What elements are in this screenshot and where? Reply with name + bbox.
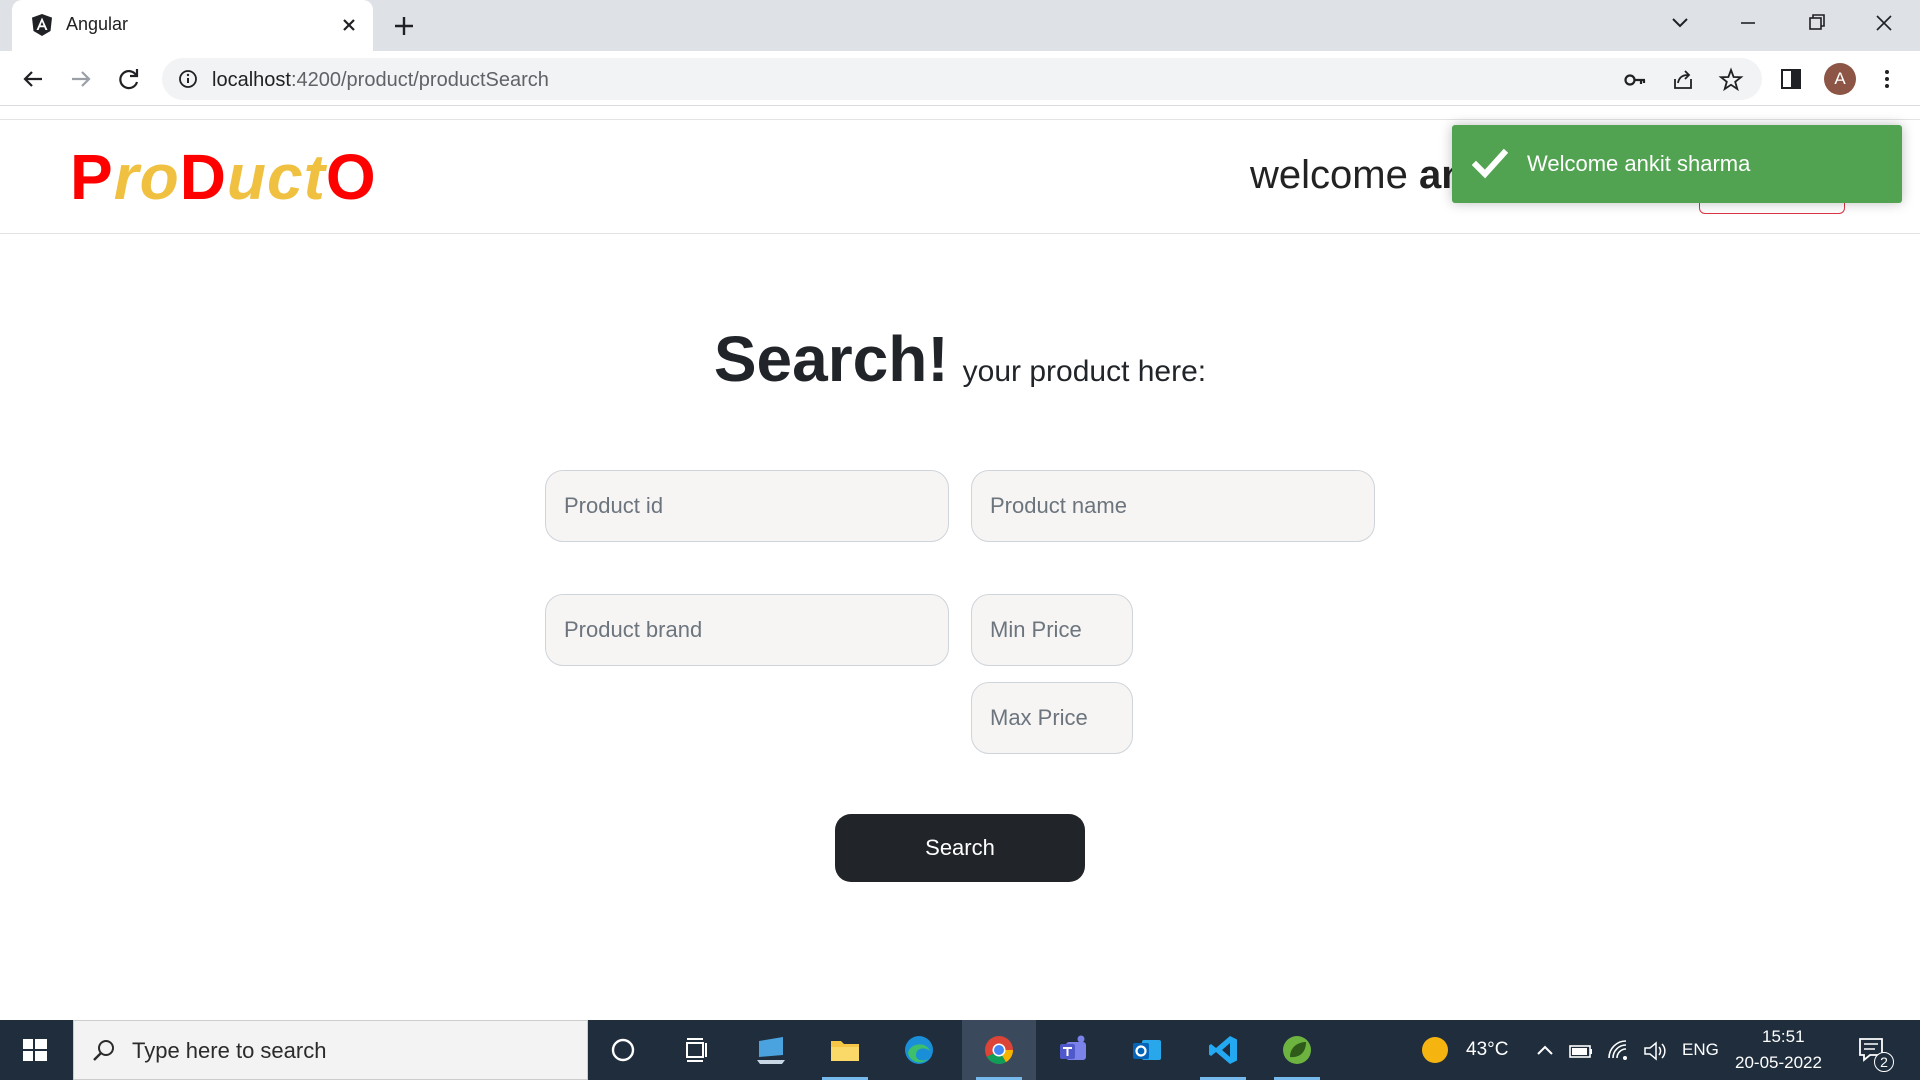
product-brand-input[interactable] [545, 594, 949, 666]
close-window-icon[interactable] [1866, 8, 1902, 38]
new-tab-icon[interactable] [390, 12, 418, 40]
taskbar-search-box[interactable]: Type here to search [73, 1020, 588, 1080]
taskbar-app-vscode[interactable] [1186, 1020, 1260, 1080]
max-price-input[interactable] [971, 682, 1133, 754]
url-text[interactable]: localhost:4200/product/productSearch [212, 69, 549, 92]
back-icon[interactable] [18, 64, 48, 94]
weather-sun-icon[interactable] [1420, 1035, 1450, 1065]
url-host: localhost [212, 69, 291, 91]
site-info-icon[interactable] [178, 69, 198, 89]
welcome-prefix: welcome [1250, 153, 1408, 197]
angular-icon [32, 14, 52, 36]
folder-icon [831, 1041, 859, 1061]
browser-tab-active[interactable]: Angular [12, 0, 373, 51]
share-icon[interactable] [1670, 67, 1696, 93]
clock-date[interactable]: 20-05-2022 [1735, 1053, 1822, 1073]
search-button[interactable]: Search [835, 814, 1085, 882]
cortana-button[interactable] [586, 1020, 660, 1080]
brand-letter: D [179, 141, 227, 213]
welcome-text: welcome an [1250, 153, 1466, 198]
side-panel-icon[interactable] [1776, 64, 1806, 94]
chevron-up-icon[interactable] [1532, 1038, 1558, 1064]
brand-letter: uct [226, 141, 326, 213]
more-menu-icon[interactable] [1872, 64, 1902, 94]
clock-time[interactable]: 15:51 [1762, 1027, 1805, 1047]
taskbar-app-desktop[interactable] [734, 1020, 808, 1080]
tab-title: Angular [66, 14, 129, 34]
min-price-input[interactable] [971, 594, 1133, 666]
volume-icon[interactable] [1642, 1038, 1668, 1064]
desktop-app-icon [757, 1037, 785, 1064]
heading-title: Search! [713, 323, 949, 395]
logout-button[interactable] [1699, 202, 1845, 214]
brand-logo[interactable]: ProDuctO [70, 140, 377, 214]
forward-icon[interactable] [66, 64, 96, 94]
brand-letter: P [70, 141, 114, 213]
edge-icon [905, 1036, 933, 1064]
taskbar-app-edge[interactable] [882, 1020, 956, 1080]
product-name-input[interactable] [971, 470, 1375, 542]
battery-icon[interactable] [1568, 1038, 1594, 1064]
wifi-icon[interactable] [1606, 1038, 1632, 1064]
bookmark-star-icon[interactable] [1718, 67, 1744, 93]
profile-avatar[interactable]: A [1824, 63, 1856, 95]
check-icon [1472, 148, 1508, 179]
outlook-icon [1133, 1040, 1161, 1060]
toast-message: Welcome ankit sharma [1527, 151, 1751, 176]
restore-icon[interactable] [1798, 8, 1834, 38]
spring-leaf-icon [1283, 1036, 1311, 1064]
language-indicator[interactable]: ENG [1682, 1040, 1719, 1060]
close-tab-icon[interactable] [336, 12, 362, 38]
taskbar-search-placeholder: Type here to search [132, 1038, 327, 1063]
vscode-icon [1209, 1036, 1237, 1064]
reload-icon[interactable] [114, 64, 144, 94]
taskbar-app-chrome[interactable] [962, 1020, 1036, 1080]
weather-temp[interactable]: 43°C [1466, 1039, 1508, 1061]
cortana-icon [611, 1038, 635, 1062]
toast-notification[interactable]: Welcome ankit sharma [1452, 125, 1902, 203]
key-icon[interactable] [1622, 67, 1648, 93]
teams-icon [1060, 1035, 1086, 1060]
heading-subtitle: your product here: [962, 355, 1207, 388]
brand-letter: ro [113, 141, 180, 213]
chrome-icon [985, 1036, 1013, 1064]
search-icon [93, 1040, 114, 1061]
search-heading: Search! your product here: [0, 322, 1920, 396]
tab-search-chevron-icon[interactable] [1662, 8, 1698, 38]
minimize-icon[interactable] [1730, 8, 1766, 38]
windows-start-icon[interactable] [12, 1032, 58, 1068]
taskbar-app-spring-tools[interactable] [1260, 1020, 1334, 1080]
brand-letter: O [325, 141, 377, 213]
product-id-input[interactable] [545, 470, 949, 542]
browser-toolbar: localhost:4200/product/productSearch A [0, 51, 1920, 106]
browser-tabstrip: Angular [0, 0, 1920, 51]
task-view-button[interactable] [660, 1020, 734, 1080]
notification-count-badge: 2 [1874, 1052, 1894, 1072]
taskbar-app-teams[interactable] [1036, 1020, 1110, 1080]
windows-taskbar: Type here to search 43°C ENG 15:51 20-05… [0, 1020, 1920, 1080]
taskbar-app-file-explorer[interactable] [808, 1020, 882, 1080]
address-bar[interactable]: localhost:4200/product/productSearch [162, 58, 1762, 100]
taskbar-app-outlook[interactable] [1110, 1020, 1184, 1080]
url-path: :4200/product/productSearch [290, 69, 549, 91]
task-view-icon [686, 1038, 707, 1062]
